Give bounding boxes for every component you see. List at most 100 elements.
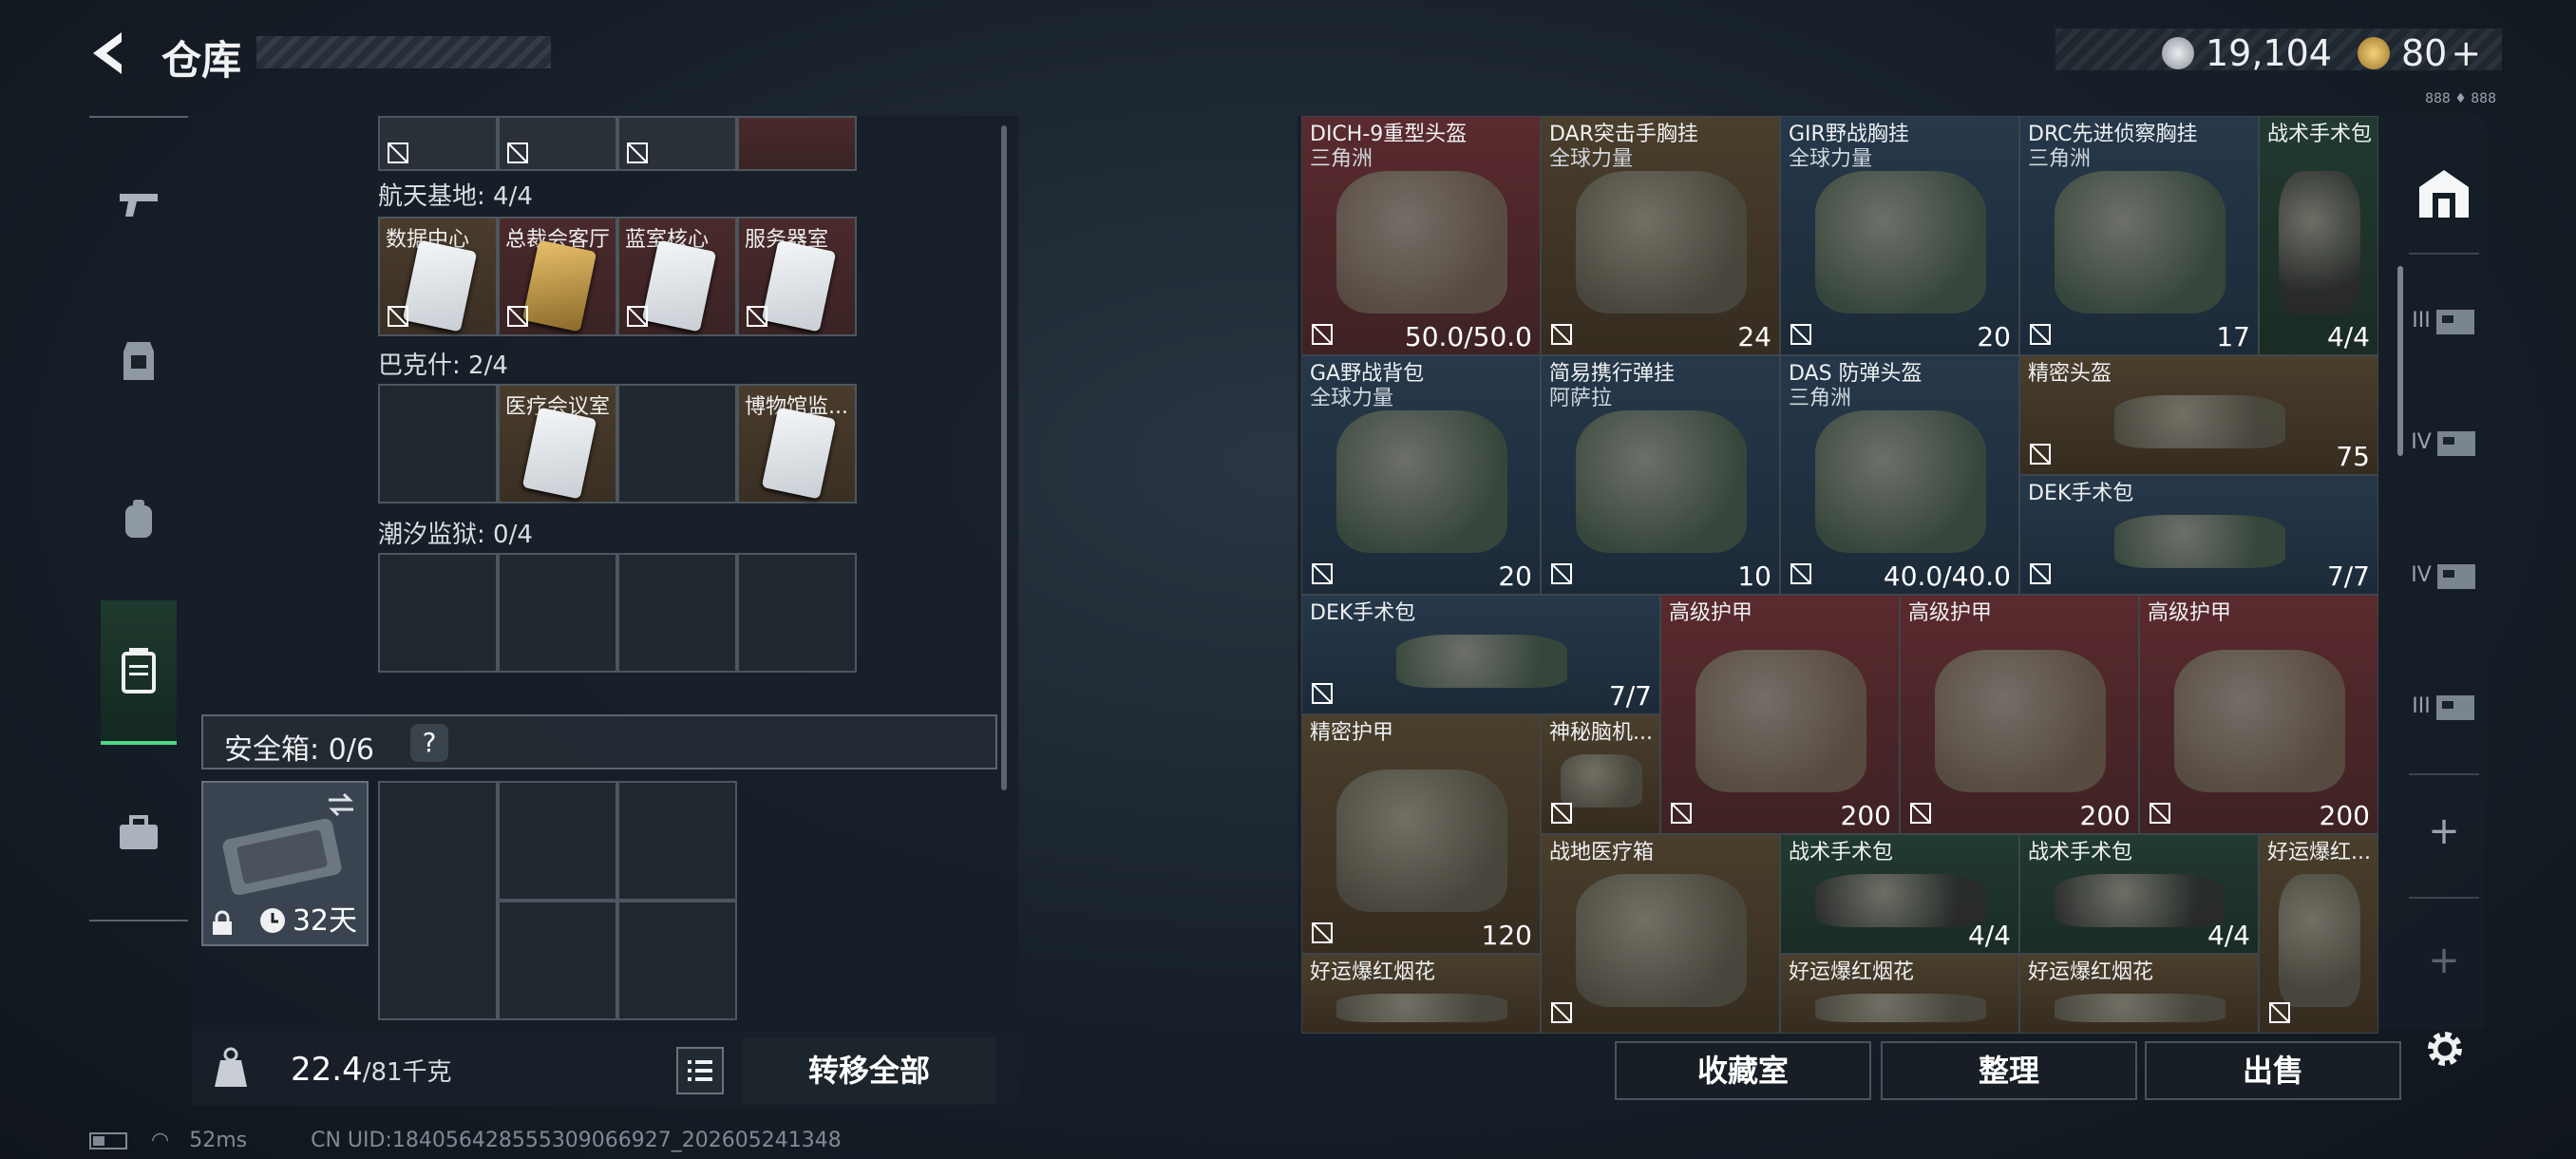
warehouse-item[interactable]: 战地医疗箱	[1541, 834, 1780, 1034]
premium-balance[interactable]: 80 +	[2358, 32, 2481, 74]
sort-button[interactable]: 整理	[1881, 1041, 2137, 1100]
warehouse-item[interactable]: 精密护甲 120	[1301, 714, 1541, 954]
keycard-slot-empty[interactable]	[617, 384, 737, 504]
warehouse-item[interactable]: GA野战背包 全球力量 20	[1301, 355, 1541, 595]
warehouse-item[interactable]: 高级护甲 200	[1900, 595, 2139, 834]
warehouse-item[interactable]: DEK手术包 7/7	[2019, 475, 2378, 595]
help-button[interactable]: ?	[410, 724, 448, 762]
item-image	[1576, 171, 1747, 314]
ping-value: 52ms	[189, 1129, 248, 1152]
rail-case-tab[interactable]	[101, 600, 177, 745]
collection-room-button[interactable]: 收藏室	[1615, 1041, 1871, 1100]
keycard-slot-empty[interactable]	[498, 553, 617, 673]
safe-case-item[interactable]: 32天	[201, 781, 369, 946]
warehouse-home-tab[interactable]	[2407, 141, 2481, 245]
item-faction: 全球力量	[1789, 147, 1873, 171]
item-faction: 三角洲	[1310, 147, 1373, 171]
item-value: 24	[1737, 321, 1771, 352]
warehouse-item[interactable]: DAR突击手胸挂 全球力量 24	[1541, 116, 1780, 355]
item-name: 战术手术包	[1789, 841, 1894, 864]
lock-icon	[213, 910, 232, 935]
list-view-button[interactable]	[676, 1047, 724, 1094]
keycard-slot[interactable]: 数据中心	[378, 217, 498, 336]
keycard-slot[interactable]: 医疗会议室	[498, 384, 617, 504]
premium-coin-icon	[2358, 37, 2390, 69]
item-slot[interactable]	[617, 116, 737, 171]
title-decoration	[256, 36, 551, 68]
keycard-image	[521, 239, 597, 332]
gun-icon	[120, 194, 158, 217]
warehouse-item[interactable]: 好运爆红烟花	[1301, 954, 1541, 1034]
back-arrow-icon[interactable]	[84, 27, 137, 80]
item-image	[2055, 171, 2226, 314]
safe-slot-empty[interactable]	[498, 901, 617, 1020]
safe-slot-empty[interactable]	[617, 901, 737, 1020]
clock-icon	[260, 908, 285, 933]
warehouse-item[interactable]: 简易携行弹挂 阿萨拉 10	[1541, 355, 1780, 595]
item-image	[1576, 410, 1747, 553]
item-slot[interactable]	[378, 116, 498, 171]
keycard-slot[interactable]: 博物馆监...	[737, 384, 857, 504]
rail-toolbox-tab[interactable]	[101, 796, 177, 872]
warehouse-item[interactable]: DRC先进侦察胸挂 三角洲 17	[2019, 116, 2259, 355]
weight-current: 22.4	[291, 1051, 363, 1089]
item-value: 7/7	[2326, 560, 2370, 592]
keycard-slot[interactable]: 总裁会客厅	[498, 217, 617, 336]
warehouse-item[interactable]: DICH-9重型头盔 三角洲 50.0/50.0	[1301, 116, 1541, 355]
item-value: 20	[1498, 560, 1532, 592]
warehouse-item[interactable]: DAS 防弹头盔 三角洲 40.0/40.0	[1780, 355, 2019, 595]
item-value: 200	[2079, 800, 2131, 831]
item-name: DEK手术包	[2028, 482, 2134, 505]
keycard-slot-empty[interactable]	[617, 553, 737, 673]
warehouse-item[interactable]: 好运爆红...	[2259, 834, 2378, 1034]
no-trade-icon	[1790, 324, 1811, 345]
item-slot[interactable]	[737, 116, 857, 171]
warehouse-item[interactable]: 好运爆红烟花	[1780, 954, 2019, 1034]
keycard-image	[402, 239, 478, 332]
warehouse-item[interactable]: 高级护甲 200	[1660, 595, 1900, 834]
add-tab-button-disabled[interactable]: +	[2407, 908, 2481, 1013]
no-trade-icon	[1312, 922, 1333, 943]
keycard-slot-empty[interactable]	[378, 384, 498, 504]
add-premium-button[interactable]: +	[2451, 32, 2481, 74]
warehouse-tab-1[interactable]: III	[2407, 268, 2481, 372]
item-name: 精密头盔	[2028, 362, 2112, 386]
item-name: 精密护甲	[1310, 721, 1394, 745]
transfer-all-button[interactable]: 转移全部	[743, 1037, 995, 1104]
rail-backpack-tab[interactable]	[101, 481, 177, 557]
warehouse-item[interactable]: 战术手术包 4/4	[2259, 116, 2378, 355]
warehouse-item[interactable]: GIR野战胸挂 全球力量 20	[1780, 116, 2019, 355]
coin-balance[interactable]: 19,104	[2162, 32, 2332, 74]
warehouse-item[interactable]: 神秘脑机...	[1541, 714, 1660, 834]
item-image	[2055, 874, 2226, 927]
warehouse-item[interactable]: 好运爆红烟花	[2019, 954, 2259, 1034]
safe-slot-empty[interactable]	[498, 781, 617, 901]
warehouse-tab-2[interactable]: IV	[2407, 390, 2481, 494]
warehouse-item[interactable]: 高级护甲 200	[2139, 595, 2378, 834]
keycard-slot-empty[interactable]	[737, 553, 857, 673]
safe-slot-empty[interactable]	[617, 781, 737, 901]
container-scrollbar[interactable]	[1001, 125, 1007, 790]
warehouse-tab-4[interactable]: III	[2407, 654, 2481, 758]
warehouse-tab-3[interactable]: IV	[2407, 522, 2481, 627]
safe-slot-empty[interactable]	[378, 781, 498, 1020]
add-tab-button[interactable]: +	[2407, 779, 2481, 884]
rail-armor-tab[interactable]	[101, 323, 177, 399]
warehouse-item[interactable]: 战术手术包 4/4	[1780, 834, 2019, 954]
safe-box-header: 安全箱: 0/6 ?	[201, 714, 997, 770]
rail-weapons-tab[interactable]	[101, 167, 177, 243]
warehouse-item[interactable]: 战术手术包 4/4	[2019, 834, 2259, 954]
keycard-slot[interactable]: 蓝室核心	[617, 217, 737, 336]
list-icon	[688, 1060, 712, 1081]
settings-gear-icon[interactable]	[2420, 1024, 2470, 1074]
item-name: 高级护甲	[1908, 601, 1993, 625]
item-image	[2055, 994, 2226, 1022]
keycard-slot[interactable]: 服务器室	[737, 217, 857, 336]
item-image	[1336, 770, 1507, 912]
warehouse-item[interactable]: 精密头盔 75	[2019, 355, 2378, 475]
item-slot[interactable]	[498, 116, 617, 171]
warehouse-item[interactable]: DEK手术包 7/7	[1301, 595, 1660, 714]
warehouse-scrollbar[interactable]	[2397, 266, 2403, 456]
sell-button[interactable]: 出售	[2145, 1041, 2401, 1100]
keycard-slot-empty[interactable]	[378, 553, 498, 673]
